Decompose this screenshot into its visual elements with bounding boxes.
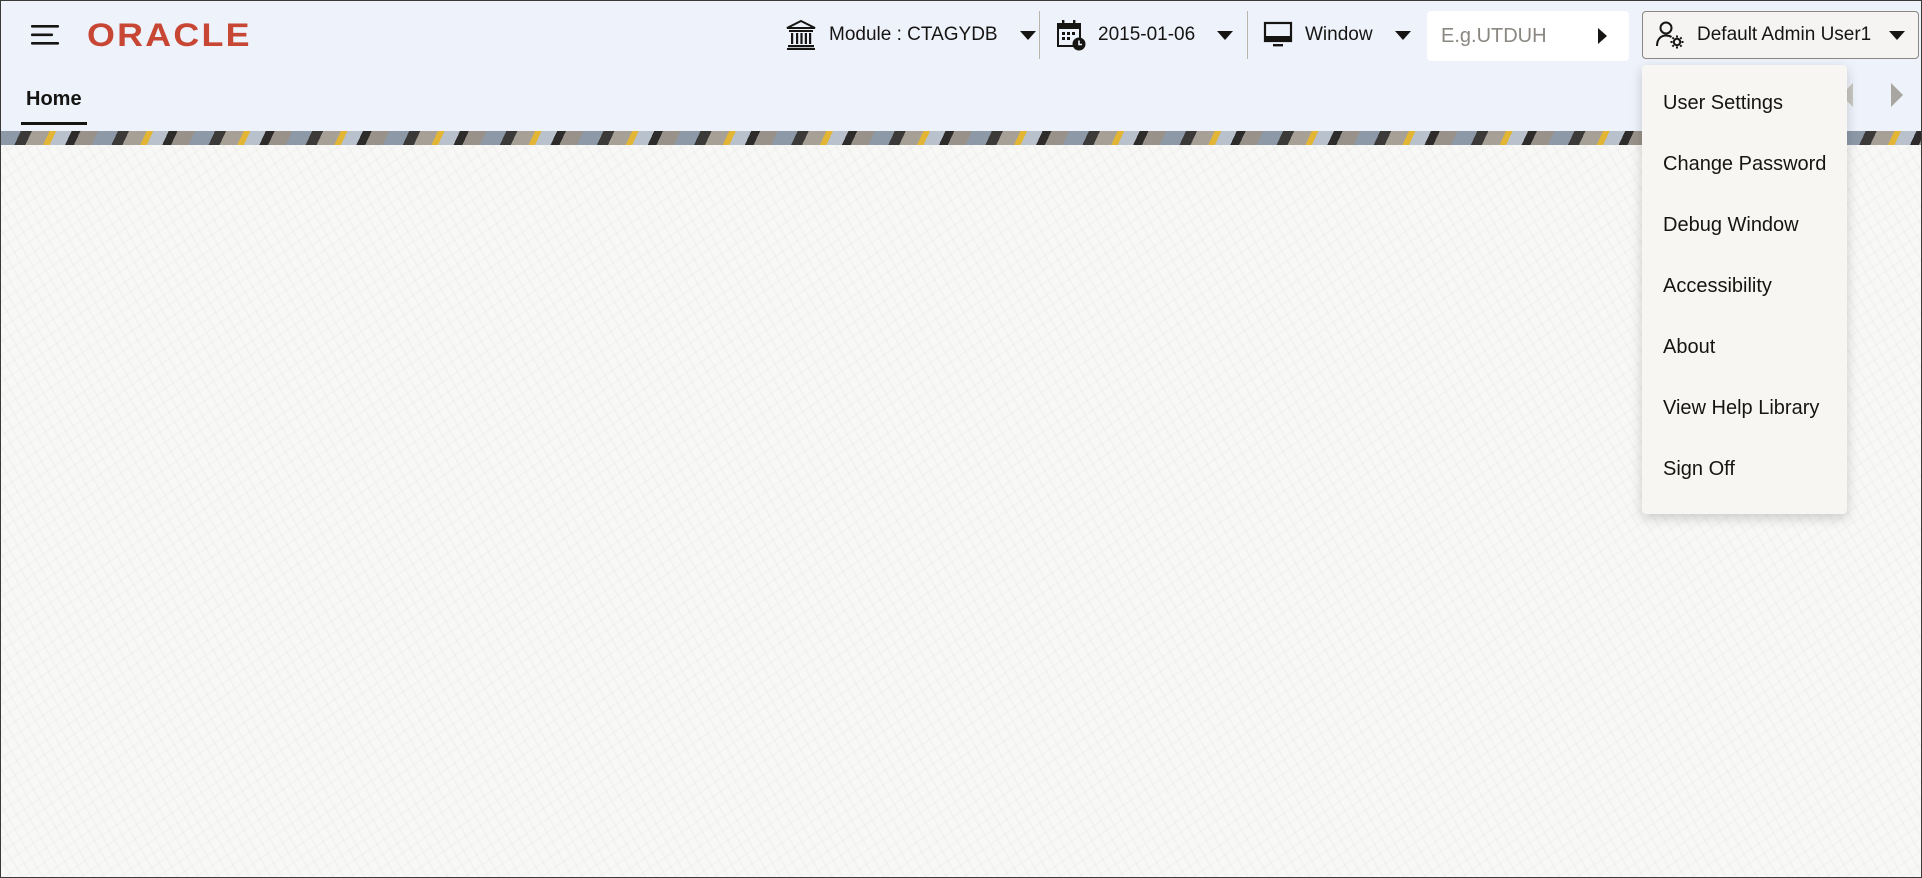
- play-arrow-icon[interactable]: [1598, 28, 1607, 44]
- user-dropdown-menu: User Settings Change Password Debug Wind…: [1642, 65, 1847, 514]
- function-search: [1427, 11, 1629, 61]
- decorative-banner: [1, 131, 1921, 145]
- menu-item-about[interactable]: About: [1642, 317, 1847, 378]
- chevron-down-icon: [1889, 30, 1906, 40]
- menu-item-view-help-library[interactable]: View Help Library: [1642, 378, 1847, 439]
- user-settings-icon: [1655, 20, 1685, 50]
- oracle-logo: ORACLE: [87, 17, 252, 53]
- header-divider: [1039, 11, 1040, 59]
- window-selector[interactable]: Window: [1263, 11, 1411, 59]
- module-selector[interactable]: Module : CTAGYDB: [785, 11, 1036, 59]
- chevron-down-icon: [1217, 30, 1234, 40]
- menu-item-sign-off[interactable]: Sign Off: [1642, 439, 1847, 500]
- top-header: ORACLE Module : CTAGYDB 2015-01-06 Windo…: [1, 1, 1921, 69]
- chevron-down-icon: [1394, 30, 1411, 40]
- menu-item-change-password[interactable]: Change Password: [1642, 134, 1847, 195]
- hamburger-icon[interactable]: [29, 21, 63, 49]
- calendar-clock-icon: [1056, 19, 1086, 51]
- scroll-right-icon[interactable]: [1891, 83, 1903, 107]
- module-label: Module : CTAGYDB: [829, 24, 998, 45]
- menu-item-accessibility[interactable]: Accessibility: [1642, 256, 1847, 317]
- header-divider: [1247, 11, 1248, 59]
- date-selector[interactable]: 2015-01-06: [1056, 11, 1234, 59]
- menu-item-debug-window[interactable]: Debug Window: [1642, 195, 1847, 256]
- window-label: Window: [1305, 24, 1373, 45]
- chevron-down-icon: [1019, 30, 1036, 40]
- menu-item-user-settings[interactable]: User Settings: [1642, 73, 1847, 134]
- date-label: 2015-01-06: [1098, 24, 1196, 45]
- user-name-label: Default Admin User1: [1697, 24, 1872, 45]
- user-menu-button[interactable]: Default Admin User1: [1642, 11, 1919, 59]
- main-workspace: [1, 145, 1921, 877]
- bank-icon: [785, 19, 817, 51]
- function-search-input[interactable]: [1427, 24, 1587, 48]
- app-window: ORACLE Module : CTAGYDB 2015-01-06 Windo…: [0, 0, 1922, 878]
- tab-bar: Home: [1, 69, 1921, 131]
- tab-home[interactable]: Home: [21, 81, 87, 125]
- monitor-icon: [1263, 20, 1293, 50]
